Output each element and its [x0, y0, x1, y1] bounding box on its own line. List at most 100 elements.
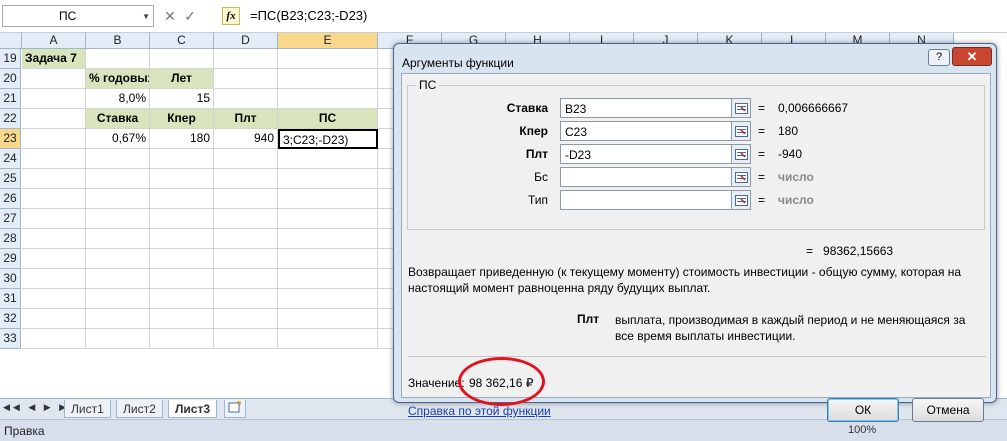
row-header-19[interactable]: 19 — [0, 49, 21, 69]
cell-D20[interactable] — [214, 69, 278, 89]
help-icon[interactable]: ? — [928, 49, 950, 66]
cell-A26[interactable] — [22, 189, 86, 209]
collapse-dialog-icon[interactable] — [731, 167, 751, 187]
cell-B23[interactable]: 0,67% — [86, 129, 150, 149]
arg-input-0[interactable]: B23 — [560, 98, 750, 118]
collapse-dialog-icon[interactable] — [731, 190, 751, 210]
row-header-26[interactable]: 26 — [0, 189, 21, 209]
tab-sheet3[interactable]: Лист3 — [168, 400, 218, 418]
cell-A22[interactable] — [22, 109, 86, 129]
column-header-B[interactable]: B — [86, 33, 150, 49]
insert-function-button[interactable]: fx — [222, 7, 240, 25]
cell-A32[interactable] — [22, 309, 86, 329]
cell-E22[interactable]: ПС — [278, 109, 378, 129]
row-header-28[interactable]: 28 — [0, 229, 21, 249]
cancel-formula-icon[interactable]: ✕ — [160, 5, 180, 27]
row-header-23[interactable]: 23 — [0, 129, 21, 149]
cell-E28[interactable] — [278, 229, 378, 249]
cell-D23[interactable]: 940 — [214, 129, 278, 149]
column-header-D[interactable]: D — [214, 33, 278, 49]
tab-sheet2[interactable]: Лист2 — [116, 400, 163, 418]
ok-button[interactable]: ОК — [827, 398, 899, 422]
cell-A25[interactable] — [22, 169, 86, 189]
cell-D26[interactable] — [214, 189, 278, 209]
cell-E26[interactable] — [278, 189, 378, 209]
help-link[interactable]: Справка по этой функции — [408, 404, 551, 418]
row-header-20[interactable]: 20 — [0, 69, 21, 89]
row-header-33[interactable]: 33 — [0, 329, 21, 349]
cell-B25[interactable] — [86, 169, 150, 189]
cell-C29[interactable] — [150, 249, 214, 269]
cell-C28[interactable] — [150, 229, 214, 249]
cell-C20[interactable]: Лет — [150, 69, 214, 89]
arg-input-3[interactable] — [560, 167, 750, 187]
cell-E27[interactable] — [278, 209, 378, 229]
cell-B22[interactable]: Ставка — [86, 109, 150, 129]
row-header-21[interactable]: 21 — [0, 89, 21, 109]
cell-B29[interactable] — [86, 249, 150, 269]
cell-E31[interactable] — [278, 289, 378, 309]
cell-A31[interactable] — [22, 289, 86, 309]
cell-B19[interactable] — [86, 49, 150, 69]
cell-A33[interactable] — [22, 329, 86, 349]
cell-A30[interactable] — [22, 269, 86, 289]
cell-C33[interactable] — [150, 329, 214, 349]
cell-D24[interactable] — [214, 149, 278, 169]
cell-B26[interactable] — [86, 189, 150, 209]
cell-D28[interactable] — [214, 229, 278, 249]
cell-E20[interactable] — [278, 69, 378, 89]
cell-C31[interactable] — [150, 289, 214, 309]
cell-A27[interactable] — [22, 209, 86, 229]
cell-E30[interactable] — [278, 269, 378, 289]
cell-A24[interactable] — [22, 149, 86, 169]
name-box[interactable]: ПС ▼ — [2, 5, 154, 27]
cell-B30[interactable] — [86, 269, 150, 289]
cell-A29[interactable] — [22, 249, 86, 269]
tab-sheet1[interactable]: Лист1 — [64, 400, 111, 418]
cell-D19[interactable] — [214, 49, 278, 69]
cell-A21[interactable] — [22, 89, 86, 109]
cell-C24[interactable] — [150, 149, 214, 169]
cell-D29[interactable] — [214, 249, 278, 269]
cell-E24[interactable] — [278, 149, 378, 169]
cell-B21[interactable]: 8,0% — [86, 89, 150, 109]
cell-C26[interactable] — [150, 189, 214, 209]
cell-B31[interactable] — [86, 289, 150, 309]
cell-C27[interactable] — [150, 209, 214, 229]
cell-D21[interactable] — [214, 89, 278, 109]
column-header-C[interactable]: C — [150, 33, 214, 49]
cell-D22[interactable]: Плт — [214, 109, 278, 129]
cell-B32[interactable] — [86, 309, 150, 329]
cell-C32[interactable] — [150, 309, 214, 329]
row-header-31[interactable]: 31 — [0, 289, 21, 309]
cell-E25[interactable] — [278, 169, 378, 189]
cell-D25[interactable] — [214, 169, 278, 189]
cell-E19[interactable] — [278, 49, 378, 69]
cell-E33[interactable] — [278, 329, 378, 349]
cell-D30[interactable] — [214, 269, 278, 289]
collapse-dialog-icon[interactable] — [731, 144, 751, 164]
cell-B20[interactable]: % годовых — [86, 69, 150, 89]
cell-B28[interactable] — [86, 229, 150, 249]
cell-A28[interactable] — [22, 229, 86, 249]
cell-C25[interactable] — [150, 169, 214, 189]
close-button[interactable]: ✕ — [952, 47, 992, 66]
row-header-24[interactable]: 24 — [0, 149, 21, 169]
row-header-32[interactable]: 32 — [0, 309, 21, 329]
cell-A23[interactable] — [22, 129, 86, 149]
arg-input-4[interactable] — [560, 190, 750, 210]
formula-input[interactable]: =ПС(B23;C23;-D23) — [246, 5, 1006, 27]
row-header-29[interactable]: 29 — [0, 249, 21, 269]
cell-C21[interactable]: 15 — [150, 89, 214, 109]
arg-input-2[interactable]: -D23 — [560, 144, 750, 164]
arg-input-1[interactable]: C23 — [560, 121, 750, 141]
row-header-30[interactable]: 30 — [0, 269, 21, 289]
column-header-A[interactable]: A — [22, 33, 86, 49]
cell-E32[interactable] — [278, 309, 378, 329]
cell-C30[interactable] — [150, 269, 214, 289]
cell-A20[interactable] — [22, 69, 86, 89]
cell-C19[interactable] — [150, 49, 214, 69]
enter-formula-icon[interactable]: ✓ — [180, 5, 200, 27]
cancel-button[interactable]: Отмена — [912, 398, 984, 422]
row-header-25[interactable]: 25 — [0, 169, 21, 189]
